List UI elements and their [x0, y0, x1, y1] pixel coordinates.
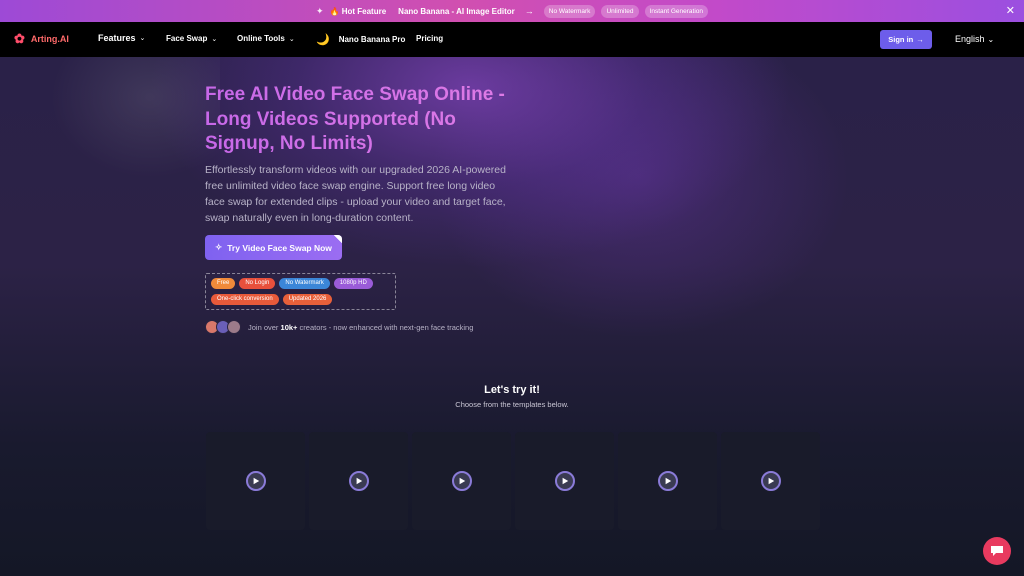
avatar-group — [205, 320, 241, 334]
play-icon[interactable] — [657, 471, 678, 491]
tag-badge: Updated 2026 — [282, 293, 333, 305]
play-icon[interactable] — [554, 471, 575, 491]
nav-online-tools-label: Online Tools — [237, 34, 285, 43]
try-subtitle: Choose from the templates below. — [455, 400, 569, 409]
cta-label: Try Video Face Swap Now — [227, 242, 332, 253]
language-selector[interactable]: English ⌄ — [955, 34, 994, 44]
social-proof: Join over 10k+ creators - now enhanced w… — [205, 320, 473, 334]
tag-badge: No Login — [239, 278, 276, 289]
play-icon[interactable] — [348, 471, 369, 491]
hero-title: Free AI Video Face Swap Online - Long Vi… — [205, 83, 525, 157]
nav-pricing-label: Pricing — [416, 34, 444, 43]
proof-count: 10k+ — [280, 322, 298, 332]
template-card[interactable] — [721, 432, 820, 530]
avatar — [227, 320, 241, 334]
navbar: ✿ Arting.AI Features ⌄ Face Swap ⌄ Onlin… — [0, 22, 1024, 57]
tag-badge: 1080p HD — [333, 278, 373, 289]
nav-online-tools[interactable]: Online Tools ⌄ — [237, 34, 295, 43]
logo-icon: ✿ — [14, 31, 25, 46]
sparkle-icon: ✧ — [215, 242, 223, 252]
hot-feature-label: 🔥 Hot Feature — [329, 6, 387, 16]
chevron-down-icon: ⌄ — [987, 34, 995, 44]
chat-icon — [991, 546, 1003, 556]
play-icon[interactable] — [245, 471, 266, 491]
nav-face-swap[interactable]: Face Swap ⌄ — [166, 34, 217, 43]
proof-suffix: creators - now enhanced with next-gen fa… — [299, 322, 474, 332]
chat-button[interactable] — [983, 537, 1011, 565]
sign-in-label: Sign in — [888, 35, 914, 44]
chevron-down-icon: ⌄ — [139, 35, 146, 42]
arrow-right-icon: → — [524, 6, 534, 16]
nav-pricing[interactable]: Pricing — [416, 34, 443, 43]
promo-banner[interactable]: ✦ 🔥 Hot Feature Nano Banana - AI Image E… — [0, 0, 1024, 22]
nav-nano-label: Nano Banana Pro — [338, 35, 406, 44]
try-face-swap-button[interactable]: ✧ Try Video Face Swap Now — [205, 235, 342, 260]
template-card[interactable] — [309, 432, 408, 530]
language-label: English — [955, 34, 985, 44]
template-card[interactable] — [618, 432, 717, 530]
template-card[interactable] — [412, 432, 511, 530]
play-icon[interactable] — [451, 471, 472, 491]
close-icon[interactable]: ✕ — [1006, 4, 1015, 17]
promo-feature-link[interactable]: Nano Banana - AI Image Editor — [398, 7, 515, 16]
promo-pill: Unlimited — [601, 4, 639, 18]
try-title: Let's try it! — [484, 384, 540, 396]
play-icon[interactable] — [760, 471, 781, 491]
feature-tags: Free No Login No Watermark 1080p HD One-… — [205, 273, 396, 310]
brand-name: Arting.AI — [30, 33, 69, 44]
hero-glow — [0, 57, 220, 307]
nav-features-label: Features — [98, 33, 136, 43]
corner-fold — [334, 235, 342, 243]
nav-features[interactable]: Features ⌄ — [98, 33, 145, 43]
hero-description: Effortlessly transform videos with our u… — [205, 164, 506, 224]
brand-logo[interactable]: ✿ Arting.AI — [14, 32, 69, 45]
promo-pill: No Watermark — [543, 4, 596, 18]
template-card[interactable] — [206, 432, 305, 530]
sparkle-icon: ✦ — [315, 5, 324, 16]
proof-prefix: Join over — [248, 322, 279, 332]
tag-badge: Free — [211, 278, 236, 289]
chevron-down-icon: ⌄ — [288, 35, 295, 43]
promo-pill: Instant Generation — [644, 4, 709, 18]
template-cards — [206, 432, 820, 530]
template-card[interactable] — [515, 432, 614, 530]
arrow-right-icon: → — [916, 35, 924, 44]
tag-badge: No Watermark — [279, 278, 330, 289]
nav-face-swap-label: Face Swap — [166, 34, 208, 43]
chevron-down-icon: ⌄ — [211, 35, 218, 43]
sign-in-button[interactable]: Sign in → — [880, 30, 932, 49]
proof-text: Join over 10k+ creators - now enhanced w… — [248, 323, 473, 332]
banana-icon: 🌙 — [316, 34, 330, 46]
tag-badge: One-click conversion — [211, 293, 279, 305]
nav-nano-banana-pro[interactable]: 🌙 Nano Banana Pro — [316, 33, 405, 46]
